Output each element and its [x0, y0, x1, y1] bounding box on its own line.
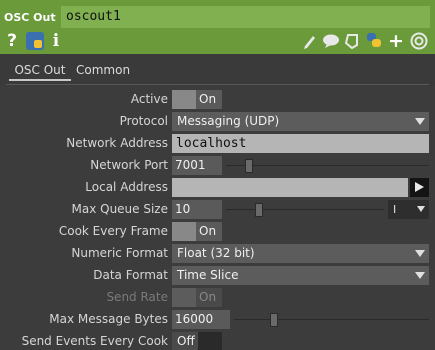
send-rate-toggle: On — [172, 288, 222, 307]
pencil-icon[interactable] — [302, 30, 318, 52]
param-numeric-format: Numeric Format Float (32 bit) — [0, 242, 435, 264]
header-icon-row: ? i + — [0, 30, 435, 52]
play-arrow-icon — [415, 182, 424, 192]
send-events-every-cook-toggle[interactable]: Off — [172, 332, 222, 350]
numeric-format-dropdown[interactable]: Float (32 bit) — [172, 244, 429, 263]
network-address-field[interactable]: localhost — [172, 134, 429, 153]
param-label: Cook Every Frame — [58, 224, 168, 238]
active-toggle[interactable]: On — [172, 90, 222, 109]
operator-name-field[interactable]: oscout1 — [61, 6, 430, 28]
param-network-address: Network Address localhost — [0, 132, 435, 154]
param-label: Send Events Every Cook — [21, 334, 168, 348]
chevron-down-icon — [415, 118, 425, 125]
chevron-down-icon — [415, 272, 425, 279]
network-port-slider-track[interactable] — [226, 165, 429, 166]
tab-osc-out[interactable]: OSC Out — [9, 63, 71, 81]
param-label: Max Queue Size — [71, 202, 169, 216]
max-message-bytes-slider-track[interactable] — [234, 319, 429, 320]
param-label: Network Port — [90, 158, 168, 172]
toggle-value: On — [199, 92, 217, 106]
dropdown-value: Float (32 bit) — [177, 246, 255, 260]
chevron-down-icon — [417, 206, 425, 212]
protocol-dropdown[interactable]: Messaging (UDP) — [172, 112, 429, 131]
chevron-down-icon — [415, 250, 425, 257]
max-queue-size-field[interactable]: 10 — [172, 200, 222, 219]
max-queue-size-slider-handle[interactable] — [255, 203, 263, 217]
operator-type-label: OSC Out — [4, 11, 56, 24]
param-send-rate: Send Rate On — [0, 286, 435, 308]
param-max-queue-size: Max Queue Size 10 I — [0, 198, 435, 220]
toggle-value: On — [199, 224, 217, 238]
param-send-events-every-cook: Send Events Every Cook Off — [0, 330, 435, 350]
param-label: Protocol — [119, 114, 168, 128]
plus-icon[interactable]: + — [388, 30, 404, 52]
param-label: Numeric Format — [71, 246, 168, 260]
dropdown-value: Messaging (UDP) — [177, 114, 280, 128]
param-protocol: Protocol Messaging (UDP) — [0, 110, 435, 132]
param-cook-every-frame: Cook Every Frame On — [0, 220, 435, 242]
max-queue-size-type-dropdown[interactable]: I — [388, 200, 429, 219]
python-help-icon[interactable] — [24, 30, 46, 52]
max-message-bytes-field[interactable]: 16000 — [172, 310, 230, 329]
param-label: Network Address — [66, 136, 168, 150]
param-label: Send Rate — [106, 290, 168, 304]
clone-icon[interactable] — [343, 30, 361, 52]
dropdown-value: Time Slice — [177, 268, 239, 282]
param-max-message-bytes: Max Message Bytes 16000 — [0, 308, 435, 330]
operator-header: OSC Out oscout1 ? i + — [0, 0, 435, 54]
help-icon[interactable]: ? — [5, 30, 19, 52]
max-queue-size-slider-track[interactable] — [226, 209, 384, 210]
param-local-address: Local Address — [0, 176, 435, 198]
parameter-tabs: OSC Out Common — [0, 54, 435, 86]
network-port-slider-handle[interactable] — [245, 159, 253, 173]
param-network-port: Network Port 7001 — [0, 154, 435, 176]
toggle-value: Off — [177, 334, 195, 348]
python-icon[interactable] — [365, 30, 383, 52]
param-data-format: Data Format Time Slice — [0, 264, 435, 286]
dropdown-value: I — [393, 203, 397, 216]
data-format-dropdown[interactable]: Time Slice — [172, 266, 429, 285]
param-label: Active — [130, 92, 168, 106]
toggle-value: On — [199, 290, 217, 304]
param-label: Data Format — [93, 268, 168, 282]
param-active: Active On — [0, 88, 435, 110]
local-address-menu-button[interactable] — [410, 178, 429, 197]
comment-icon[interactable] — [322, 30, 340, 52]
param-label: Max Message Bytes — [49, 312, 168, 326]
cook-every-frame-toggle[interactable]: On — [172, 222, 222, 241]
viewer-icon[interactable] — [409, 30, 429, 52]
info-icon[interactable]: i — [51, 30, 61, 52]
network-port-field[interactable]: 7001 — [172, 156, 222, 175]
local-address-field[interactable] — [172, 178, 408, 197]
tab-common[interactable]: Common — [76, 63, 136, 81]
max-message-bytes-slider-handle[interactable] — [270, 313, 278, 327]
param-label: Local Address — [85, 180, 168, 194]
tab-divider — [6, 84, 429, 85]
